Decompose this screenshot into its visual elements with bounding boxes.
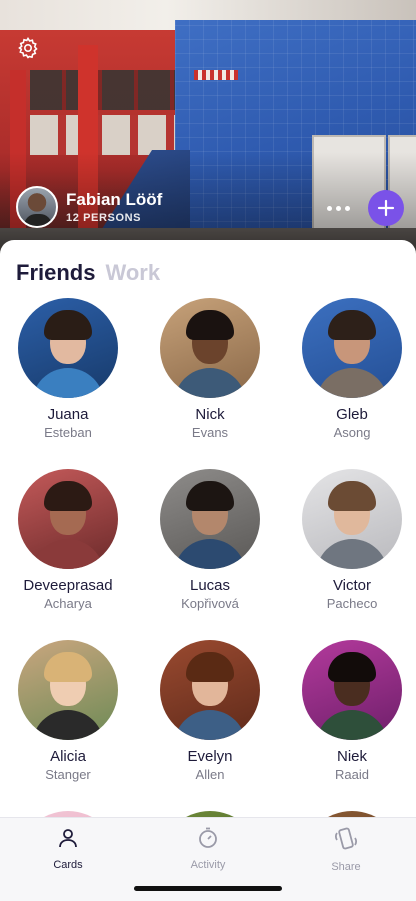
person-last-name: Acharya (44, 596, 92, 611)
person-last-name: Stanger (45, 767, 91, 782)
home-indicator (134, 886, 282, 891)
person-card[interactable]: Victor Pacheco (292, 469, 412, 612)
tab-activity[interactable]: Activity (168, 826, 248, 871)
person-last-name: Raaid (335, 767, 369, 782)
tab-share[interactable]: Share (306, 826, 386, 873)
more-horizontal-icon (326, 205, 332, 211)
plus-icon (377, 199, 395, 217)
tab-activity-label: Activity (190, 859, 226, 871)
person-first-name: Juana (47, 406, 89, 423)
person-first-name: Deveeprasad (23, 577, 113, 594)
owner-avatar[interactable] (16, 186, 58, 228)
person-first-name: Evelyn (187, 748, 233, 765)
person-icon (59, 829, 77, 848)
person-first-name: Niek (336, 748, 367, 765)
person-last-name: Allen (195, 767, 225, 782)
tab-friends[interactable]: Friends (16, 260, 95, 286)
person-card[interactable]: Alicia Stanger (8, 640, 128, 783)
more-button[interactable] (320, 192, 356, 224)
stopwatch-icon (199, 827, 217, 848)
person-first-name: Victor (332, 577, 372, 594)
tab-work[interactable]: Work (105, 260, 160, 286)
persons-count: 12 PERSONS (66, 212, 142, 224)
avatar (18, 298, 118, 398)
person-card[interactable]: Lucas Kopřivová (150, 469, 270, 612)
avatar (160, 640, 260, 740)
owner-name: Fabian Lööf (66, 190, 163, 209)
avatar (18, 640, 118, 740)
person-last-name: Evans (191, 425, 229, 440)
person-last-name: Asong (333, 425, 371, 440)
avatar (302, 298, 402, 398)
tab-share-label: Share (331, 861, 361, 873)
avatar (302, 640, 402, 740)
person-card[interactable]: Evelyn Allen (150, 640, 270, 783)
contacts-sheet: Friends Work Juana Esteban Nick Evans Gleb As… (0, 240, 416, 820)
avatar (160, 469, 260, 569)
gear-icon (18, 37, 38, 59)
avatar (160, 298, 260, 398)
group-owner: Fabian Lööf 12 PERSONS (16, 186, 162, 228)
avatar (302, 469, 402, 569)
phone-shake-icon (334, 827, 358, 850)
person-card[interactable]: Gleb Asong (292, 298, 412, 441)
person-first-name: Lucas (189, 577, 231, 594)
avatar (18, 469, 118, 569)
person-last-name: Pacheco (326, 596, 378, 611)
person-last-name: Esteban (44, 425, 92, 440)
person-first-name: Gleb (336, 406, 368, 423)
person-last-name: Kopřivová (181, 596, 239, 611)
person-card[interactable]: Juana Esteban (8, 298, 128, 441)
add-person-button[interactable] (368, 190, 404, 226)
tab-cards[interactable]: Cards (28, 826, 108, 871)
person-card[interactable]: Deveeprasad Acharya (8, 469, 128, 612)
person-first-name: Alicia (50, 748, 86, 765)
settings-button[interactable] (14, 34, 42, 62)
person-card[interactable]: Nick Evans (150, 298, 270, 441)
person-card[interactable]: Niek Raaid (292, 640, 412, 783)
person-first-name: Nick (195, 406, 225, 423)
tab-cards-label: Cards (53, 859, 83, 871)
